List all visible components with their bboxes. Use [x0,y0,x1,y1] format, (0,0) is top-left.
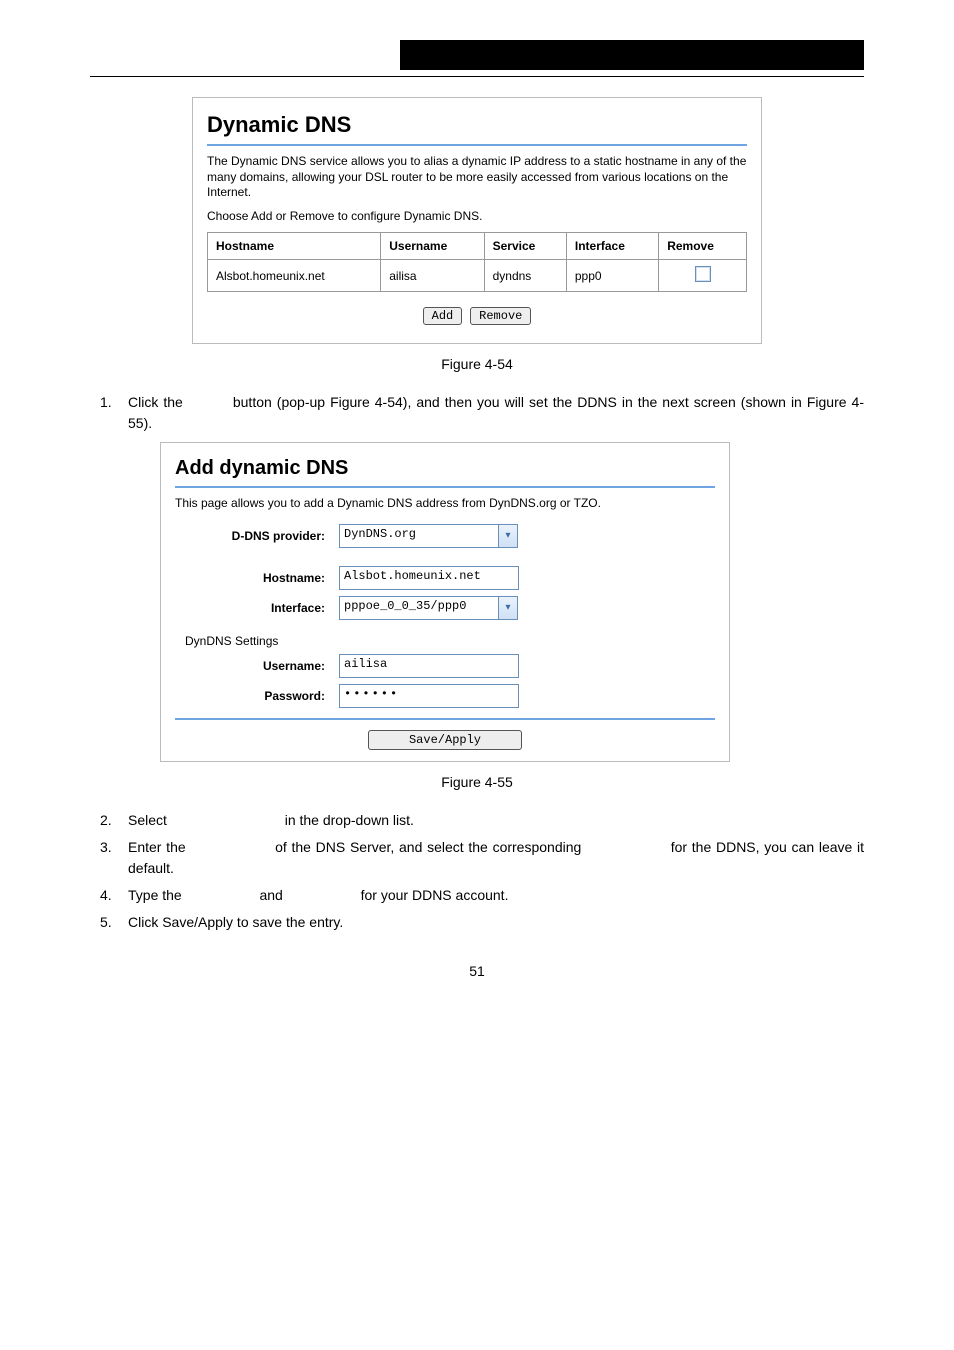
panel2-rule [175,486,715,488]
interface-select[interactable]: pppoe_0_0_35/ppp0 ▾ [339,596,518,620]
save-apply-button[interactable]: Save/Apply [368,730,522,750]
col-interface: Interface [566,233,658,260]
cell-hostname: Alsbot.homeunix.net [208,260,381,292]
panel1-desc2: Choose Add or Remove to configure Dynami… [207,209,747,225]
panel1-rule [207,144,747,146]
table-row: Alsbot.homeunix.net ailisa dyndns ppp0 [208,260,747,292]
username-input[interactable]: ailisa [339,654,519,678]
step-1-text-b: button (pop-up Figure 4-54), and then yo… [128,394,864,431]
cell-username: ailisa [381,260,484,292]
step-1-text-a: Click the [128,394,188,410]
col-service: Service [484,233,566,260]
remove-button[interactable]: Remove [470,307,531,325]
ddns-table: Hostname Username Service Interface Remo… [207,232,747,292]
password-input[interactable]: •••••• [339,684,519,708]
header-rule [90,76,864,77]
chevron-down-icon: ▾ [499,596,518,620]
step-2-index: 2. [100,810,128,831]
step-1-index: 1. [100,392,128,434]
step-3-index: 3. [100,837,128,879]
provider-select[interactable]: DynDNS.org ▾ [339,524,518,548]
add-button[interactable]: Add [423,307,463,325]
step-1: 1. Click the button (pop-up Figure 4-54)… [100,392,864,434]
step-2-text-b: in the drop-down list. [285,812,414,828]
header-black-bar [400,40,864,70]
step-5: 5. Click Save/Apply to save the entry. [100,912,864,933]
provider-value: DynDNS.org [339,524,499,548]
step-4-text-b: and [259,887,286,903]
step-5-text-a: Click Save/Apply to save the entry. [128,914,343,930]
col-remove: Remove [659,233,747,260]
cell-service: dyndns [484,260,566,292]
add-dynamic-dns-panel: Add dynamic DNS This page allows you to … [160,442,730,762]
col-username: Username [381,233,484,260]
step-4-text-c: for your DDNS account. [361,887,509,903]
step-4-text-a: Type the [128,887,186,903]
label-hostname: Hostname: [175,571,339,585]
panel2-desc: This page allows you to add a Dynamic DN… [175,496,715,512]
chevron-down-icon: ▾ [499,524,518,548]
step-3-text-b: of the DNS Server, and select the corres… [275,839,586,855]
label-interface: Interface: [175,601,339,615]
label-provider: D-DNS provider: [175,529,339,543]
interface-value: pppoe_0_0_35/ppp0 [339,596,499,620]
figure-4-55-caption: Figure 4-55 [0,774,954,790]
step-2-text-a: Select [128,812,171,828]
step-4: 4. Type the and for your DDNS account. [100,885,864,906]
step-4-index: 4. [100,885,128,906]
remove-checkbox[interactable] [695,266,711,282]
step-3-text-a: Enter the [128,839,190,855]
panel2-title: Add dynamic DNS [175,457,715,480]
step-5-index: 5. [100,912,128,933]
label-username: Username: [175,659,339,673]
hostname-input[interactable]: Alsbot.homeunix.net [339,566,519,590]
step-2: 2. Select in the drop-down list. [100,810,864,831]
page-number: 51 [0,963,954,979]
cell-interface: ppp0 [566,260,658,292]
step-3: 3. Enter the of the DNS Server, and sele… [100,837,864,879]
col-hostname: Hostname [208,233,381,260]
panel1-desc1: The Dynamic DNS service allows you to al… [207,154,747,201]
panel1-title: Dynamic DNS [207,112,747,138]
figure-4-54-caption: Figure 4-54 [0,356,954,372]
dyndns-settings-label: DynDNS Settings [185,634,715,648]
label-password: Password: [175,689,339,703]
dynamic-dns-panel: Dynamic DNS The Dynamic DNS service allo… [192,97,762,344]
